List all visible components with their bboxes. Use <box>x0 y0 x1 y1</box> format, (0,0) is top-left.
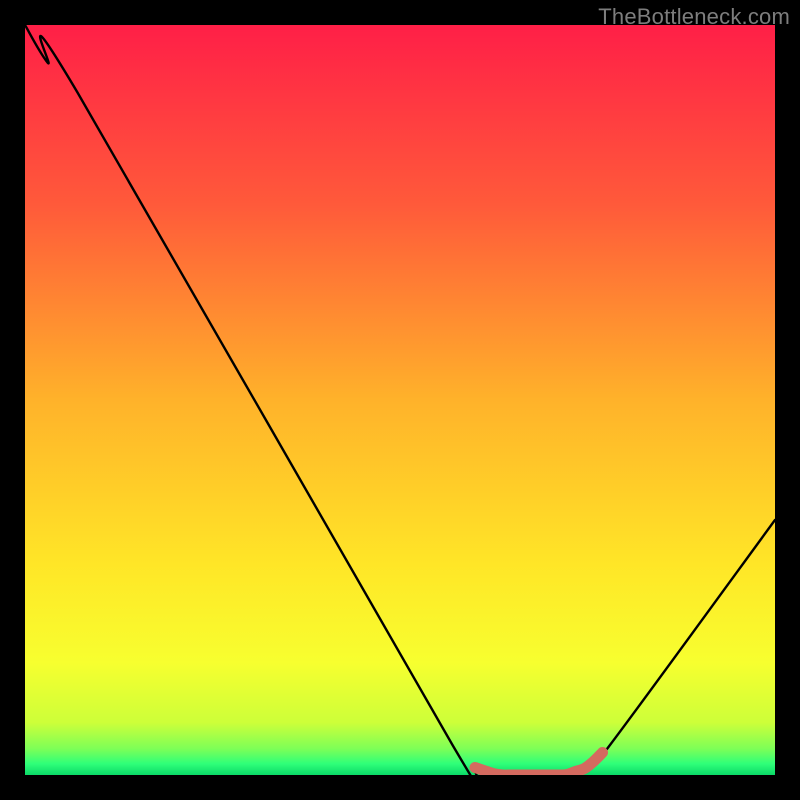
watermark-text: TheBottleneck.com <box>598 4 790 30</box>
plot-area <box>25 25 775 775</box>
chart-frame: TheBottleneck.com <box>0 0 800 800</box>
bottleneck-curve-chart <box>25 25 775 775</box>
gradient-background <box>25 25 775 775</box>
